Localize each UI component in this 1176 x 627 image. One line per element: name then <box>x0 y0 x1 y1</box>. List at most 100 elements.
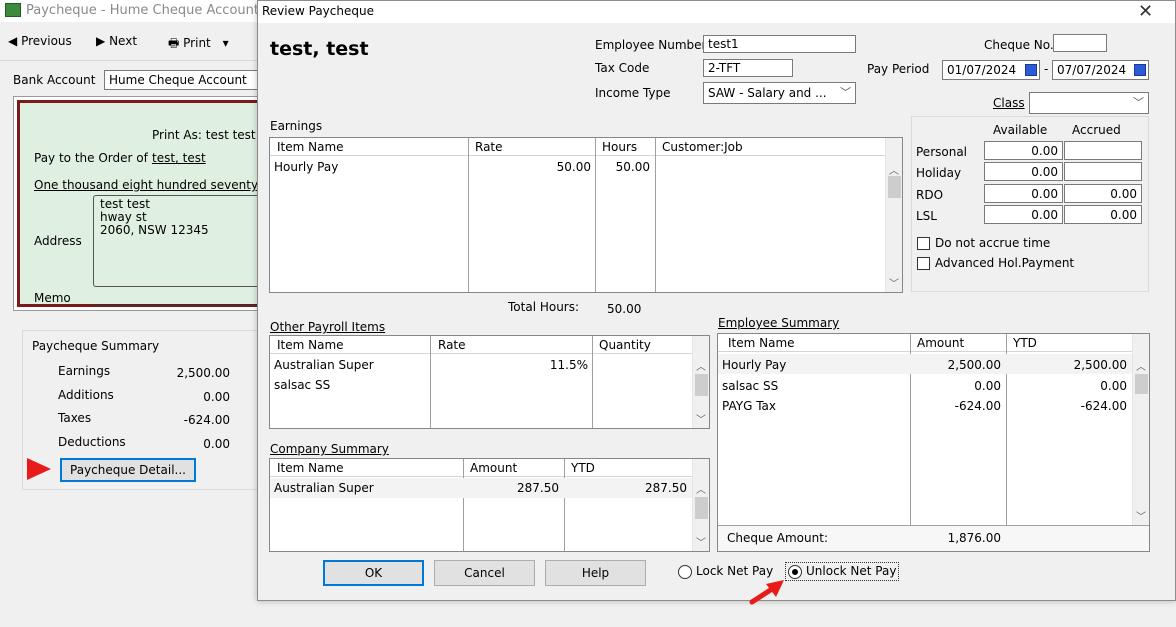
bg-window-titlebar: Paycheque - Hume Cheque Account <box>0 0 260 22</box>
column-header: Rate <box>475 140 503 154</box>
leave-available-field[interactable]: 0.00 <box>984 141 1063 160</box>
class-label: Class <box>993 96 1025 110</box>
pay-period-label: Pay Period <box>867 62 930 76</box>
summary-value: 0.00 <box>203 390 230 404</box>
leave-available-field[interactable]: 0.00 <box>984 184 1063 203</box>
other-payroll-items-table[interactable]: Item Name Rate Quantity Australian Super… <box>269 335 710 429</box>
employee-number-field[interactable]: test1 <box>703 35 856 53</box>
dialog-titlebar <box>258 1 1175 23</box>
pay-period-to-field[interactable]: 07/07/2024 <box>1052 60 1149 80</box>
income-type-label: Income Type <box>595 86 671 100</box>
leave-row-label: Personal <box>916 145 968 159</box>
ok-button[interactable]: OK <box>323 560 424 586</box>
radio-circle[interactable] <box>678 564 692 579</box>
radio-circle[interactable] <box>788 564 802 579</box>
employee-summary-scrollbar[interactable]: ︿ ﹀ <box>1132 334 1149 525</box>
table-cell: 50.00 <box>615 160 650 174</box>
cheque-amount-label: Cheque Amount: <box>727 531 828 545</box>
address-label: Address <box>34 234 82 248</box>
scroll-down-icon[interactable]: ﹀ <box>889 275 899 290</box>
annotation-arrow-diagonal <box>749 580 784 605</box>
do-not-accrue-checkbox[interactable]: Do not accrue time <box>917 236 1050 250</box>
scrollbar-thumb[interactable] <box>888 176 901 198</box>
tax-code-field[interactable]: 2-TFT <box>703 59 793 77</box>
table-cell: salsac SS <box>274 378 331 392</box>
scroll-up-icon[interactable]: ︿ <box>696 481 706 496</box>
unlock-net-pay-radio[interactable]: Unlock Net Pay <box>785 562 900 581</box>
scroll-down-icon[interactable]: ﹀ <box>696 534 706 549</box>
scrollbar-thumb[interactable] <box>1135 374 1148 394</box>
summary-value: 0.00 <box>203 437 230 451</box>
earnings-table[interactable]: Item Name Rate Hours Customer:Job Hourly… <box>269 137 903 293</box>
company-summary-scrollbar[interactable]: ︿ ﹀ <box>692 459 709 551</box>
summary-value: -624.00 <box>183 413 230 427</box>
printer-icon: 🖶 <box>168 36 180 50</box>
amount-in-words: One thousand eight hundred seventy-s <box>34 178 260 192</box>
address-line: 2060, NSW 12345 <box>100 223 209 237</box>
table-cell: 287.50 <box>517 481 559 495</box>
column-divider <box>592 336 593 428</box>
leave-accrued-field[interactable] <box>1064 162 1142 181</box>
employee-summary-table[interactable]: Item Name Amount YTD Hourly Pay 2,500.00… <box>717 333 1150 552</box>
company-summary-label: Company Summary <box>270 442 389 456</box>
column-header: Hours <box>602 140 638 154</box>
leave-column-header: Accrued <box>1072 123 1121 137</box>
total-hours-value: 50.00 <box>607 302 642 316</box>
leave-row-label: LSL <box>916 209 937 223</box>
other-payroll-items-label: Other Payroll Items <box>270 320 386 334</box>
cheque-no-field[interactable] <box>1053 34 1107 52</box>
pay-to-field[interactable]: test, test <box>152 151 206 165</box>
table-cell: Hourly Pay <box>274 160 339 174</box>
scroll-up-icon[interactable]: ︿ <box>889 162 899 177</box>
column-divider <box>655 138 656 292</box>
chevron-down-icon: ▾ <box>222 36 229 50</box>
print-button[interactable]: 🖶 Print ▾ <box>168 34 229 55</box>
previous-icon: ◀ <box>8 34 18 48</box>
other-items-scrollbar[interactable]: ︿ ﹀ <box>692 336 709 428</box>
leave-available-field[interactable]: 0.00 <box>984 162 1063 181</box>
address-box[interactable]: test test hway st 2060, NSW 12345 <box>93 195 260 287</box>
scroll-up-icon[interactable]: ︿ <box>696 358 706 373</box>
leave-accrued-field[interactable]: 0.00 <box>1064 184 1142 203</box>
column-header: Item Name <box>277 338 344 352</box>
paycheque-detail-button[interactable]: Paycheque Detail... <box>60 458 196 482</box>
pay-period-from-field[interactable]: 01/07/2024 <box>942 60 1040 80</box>
checkbox-box[interactable] <box>917 237 930 250</box>
leave-accrued-field[interactable]: 0.00 <box>1064 205 1142 224</box>
scroll-down-icon[interactable]: ﹀ <box>1136 508 1146 523</box>
next-button[interactable]: ▶ Next <box>96 34 137 48</box>
column-divider <box>430 336 431 428</box>
table-cell: -624.00 <box>1080 399 1127 413</box>
calendar-icon[interactable] <box>1134 64 1146 76</box>
earnings-scrollbar[interactable]: ︿ ﹀ <box>885 138 902 292</box>
scrollbar-thumb[interactable] <box>695 497 708 519</box>
leave-accrued-field[interactable] <box>1064 141 1142 160</box>
close-icon[interactable]: ✕ <box>1138 1 1153 22</box>
leave-available-field[interactable]: 0.00 <box>984 205 1063 224</box>
lock-net-pay-radio[interactable]: Lock Net Pay <box>678 564 773 579</box>
company-summary-table[interactable]: Item Name Amount YTD Australian Super 28… <box>269 458 710 552</box>
print-as-label: Print As: test test <box>152 128 256 142</box>
memo-label: Memo <box>34 291 71 305</box>
tax-code-label: Tax Code <box>595 61 650 75</box>
scroll-up-icon[interactable]: ︿ <box>1136 358 1146 373</box>
scroll-down-icon[interactable]: ﹀ <box>696 411 706 426</box>
help-button[interactable]: Help <box>545 560 646 586</box>
dialog-title: Review Paycheque <box>262 4 374 18</box>
checkbox-box[interactable] <box>917 257 930 270</box>
table-cell: 2,500.00 <box>947 358 1001 372</box>
calendar-icon[interactable] <box>1025 64 1037 76</box>
bank-account-field[interactable]: Hume Cheque Account <box>104 70 260 90</box>
class-select[interactable]: ﹀ <box>1029 92 1149 114</box>
advanced-hol-payment-checkbox[interactable]: Advanced Hol.Payment <box>917 256 1074 270</box>
date-range-dash: - <box>1044 62 1049 76</box>
previous-button[interactable]: ◀ Previous <box>8 34 72 48</box>
employee-name: test, test <box>270 38 369 60</box>
earnings-label: Earnings <box>270 119 323 133</box>
chevron-down-icon: ﹀ <box>1133 96 1144 109</box>
income-type-select[interactable]: SAW - Salary and ... ﹀ <box>703 82 856 104</box>
cancel-button[interactable]: Cancel <box>434 560 535 586</box>
memo-line[interactable] <box>93 304 260 305</box>
pay-to-label: Pay to the Order of <box>34 151 148 165</box>
scrollbar-thumb[interactable] <box>695 374 708 396</box>
